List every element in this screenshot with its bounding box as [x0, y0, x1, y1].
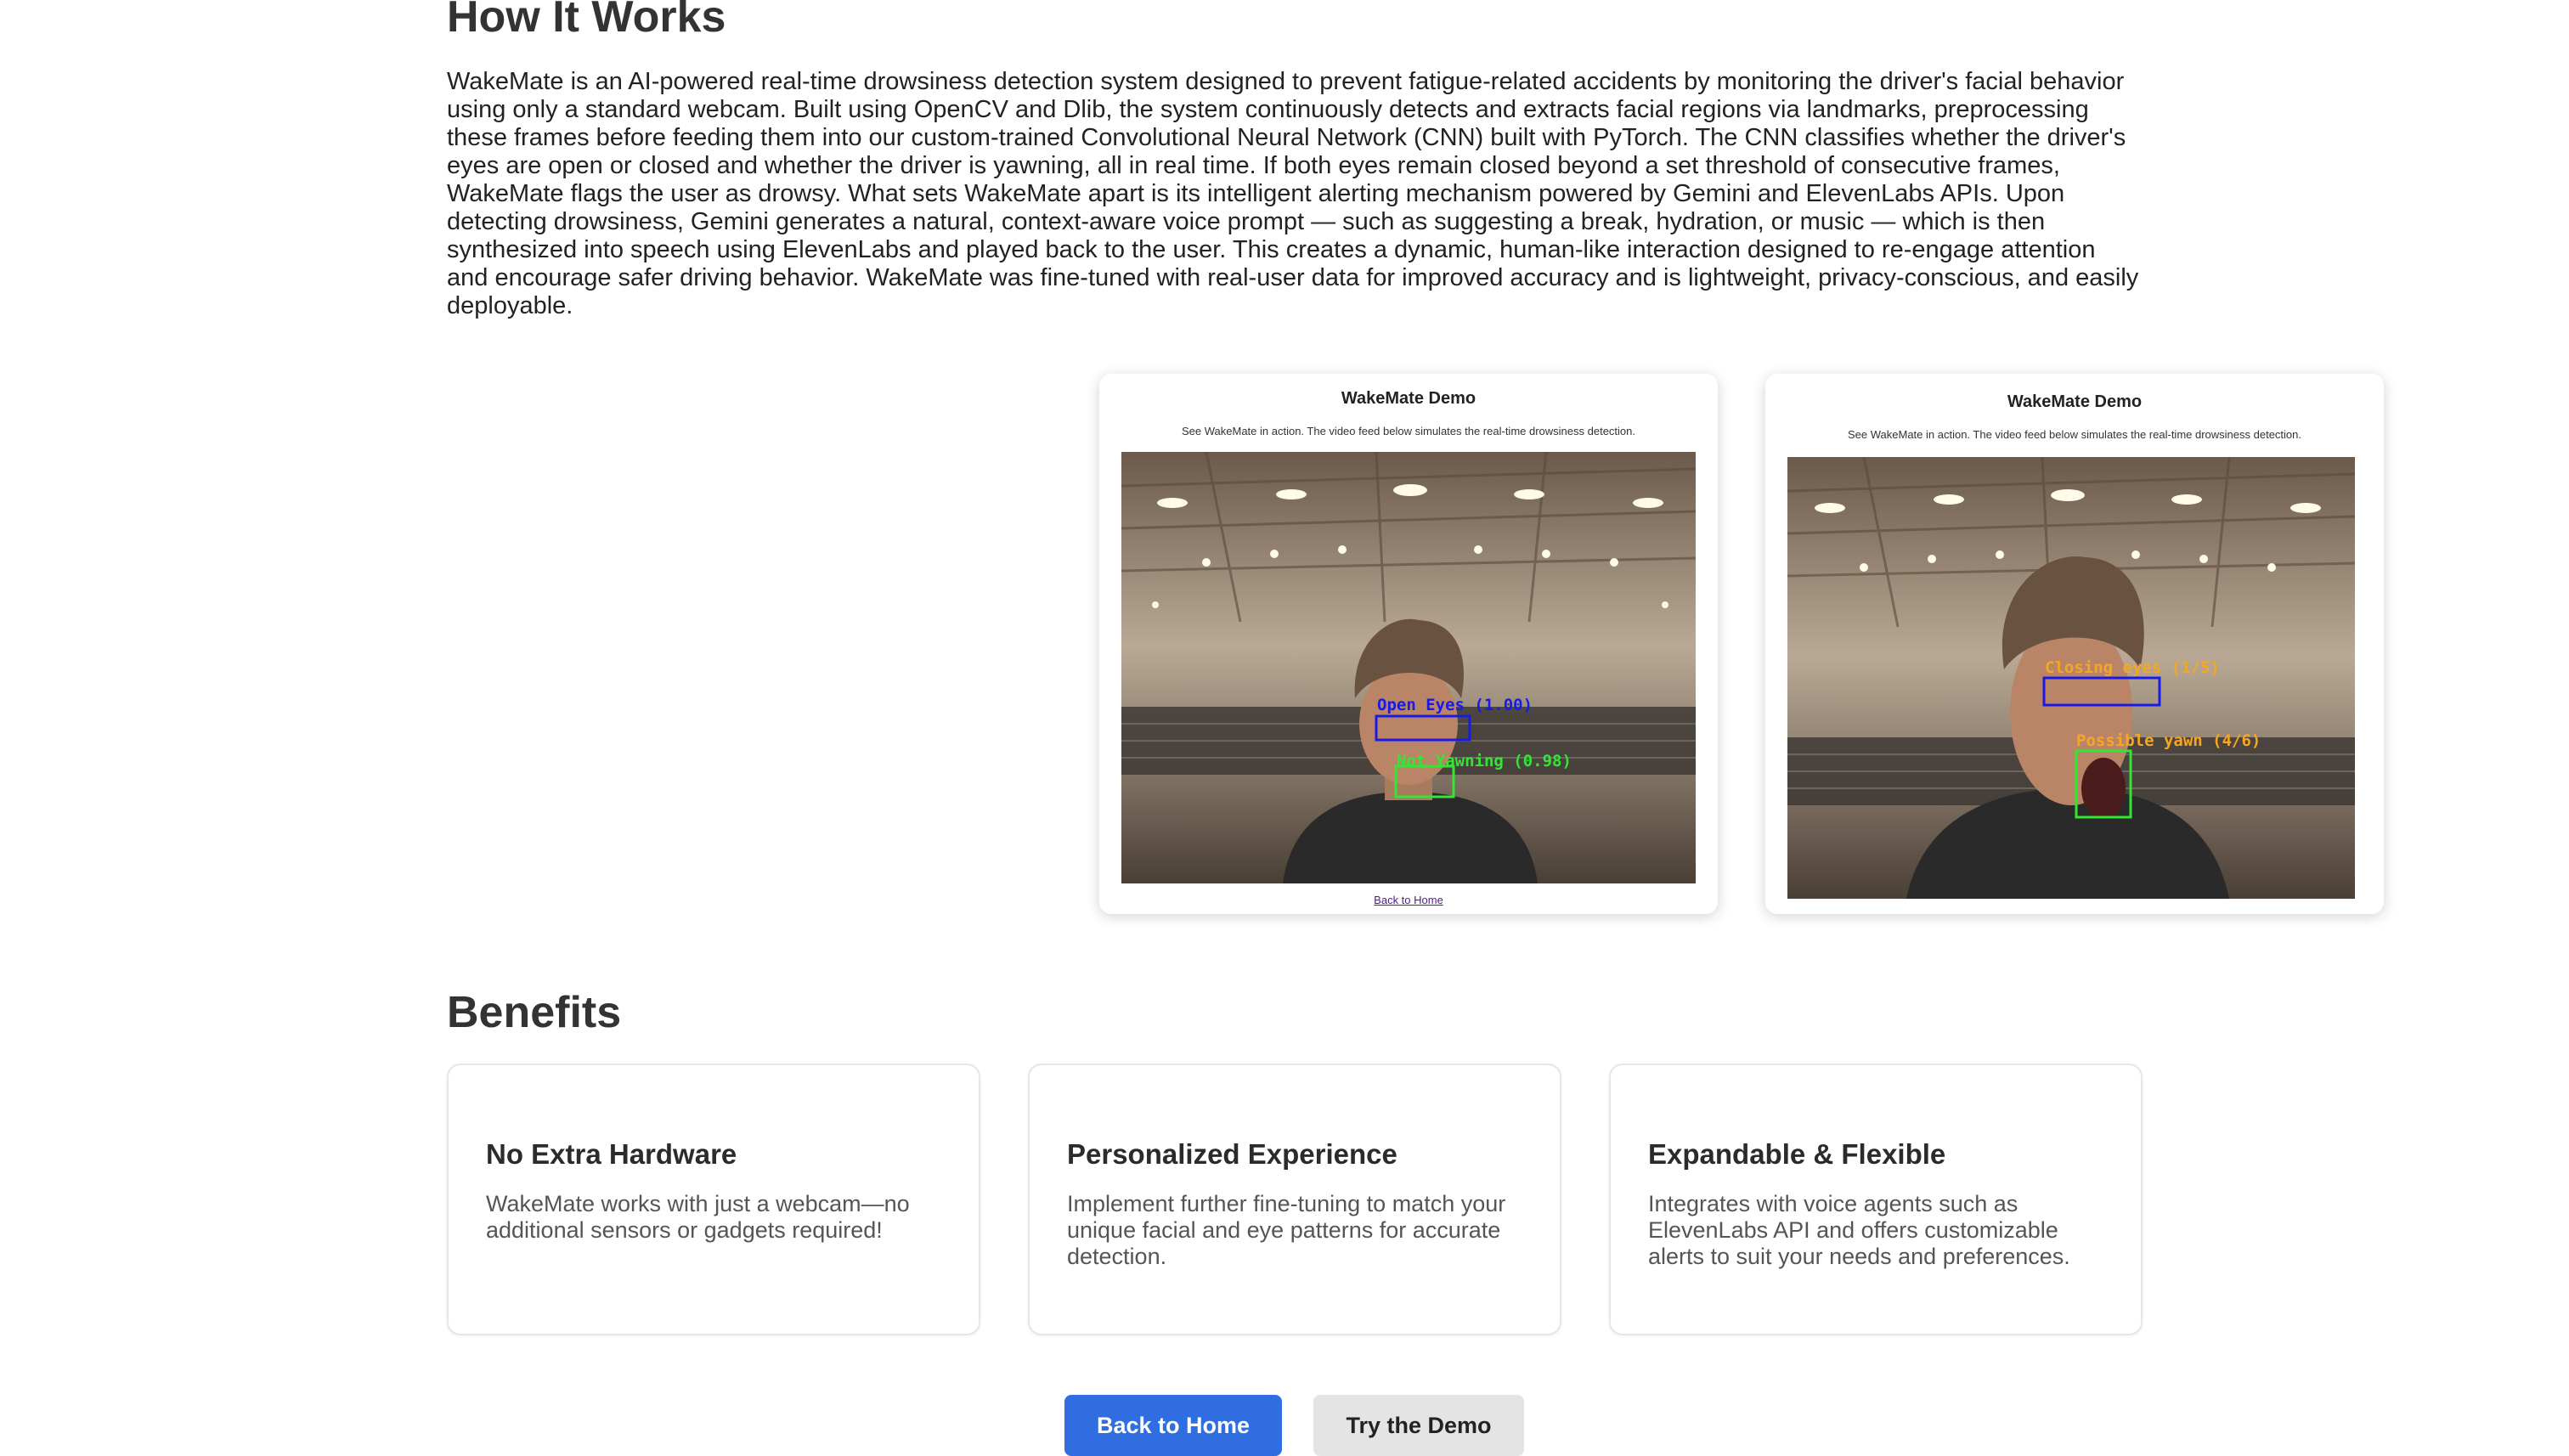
- benefit-card-no-extra-hardware: No Extra Hardware WakeMate works with ju…: [447, 1064, 980, 1335]
- demo-title: WakeMate Demo: [1341, 389, 1476, 408]
- benefit-card-expandable-flexible: Expandable & Flexible Integrates with vo…: [1609, 1064, 2143, 1335]
- demo-video-feed: Closing eyes (1/5) Possible yawn (4/6): [1787, 457, 2355, 899]
- eye-status-label: Open Eyes (1.00): [1377, 696, 1533, 714]
- benefit-text: Integrates with voice agents such as Ele…: [1648, 1191, 2070, 1269]
- try-the-demo-button[interactable]: Try the Demo: [1313, 1395, 1524, 1456]
- benefit-text: WakeMate works with just a webcam—no add…: [486, 1191, 910, 1243]
- benefit-text: Implement further fine-tuning to match y…: [1067, 1191, 1506, 1269]
- demo-subtitle: See WakeMate in action. The video feed b…: [1182, 425, 1635, 437]
- benefits-title: Benefits: [447, 988, 622, 1037]
- mouth-status-label: Not Yawning (0.98): [1397, 752, 1572, 770]
- demo-screenshot-yawning: WakeMate Demo See WakeMate in action. Th…: [1765, 374, 2384, 914]
- how-it-works-title: How It Works: [447, 0, 726, 42]
- eye-status-label: Closing eyes (1/5): [2045, 658, 2220, 677]
- webcam-frame-image: Closing eyes (1/5) Possible yawn (4/6): [1787, 457, 2355, 899]
- demo-title: WakeMate Demo: [2007, 392, 2143, 411]
- webcam-frame-image: Open Eyes (1.00) Not Yawning (0.98): [1121, 452, 1696, 883]
- benefit-title: Personalized Experience: [1067, 1138, 1397, 1170]
- demo-back-link[interactable]: Back to Home: [1099, 894, 1718, 906]
- benefit-title: Expandable & Flexible: [1648, 1138, 1946, 1170]
- back-to-home-button[interactable]: Back to Home: [1064, 1395, 1282, 1456]
- mouth-status-label: Possible yawn (4/6): [2076, 731, 2261, 750]
- benefit-card-personalized-experience: Personalized Experience Implement furthe…: [1028, 1064, 1561, 1335]
- how-it-works-description: WakeMate is an AI-powered real-time drow…: [447, 68, 2139, 319]
- demo-video-feed: Open Eyes (1.00) Not Yawning (0.98): [1121, 452, 1696, 883]
- benefit-title: No Extra Hardware: [486, 1138, 737, 1170]
- demo-screenshot-open-eyes: WakeMate Demo See WakeMate in action. Th…: [1099, 374, 1718, 914]
- demo-subtitle: See WakeMate in action. The video feed b…: [1848, 428, 2301, 441]
